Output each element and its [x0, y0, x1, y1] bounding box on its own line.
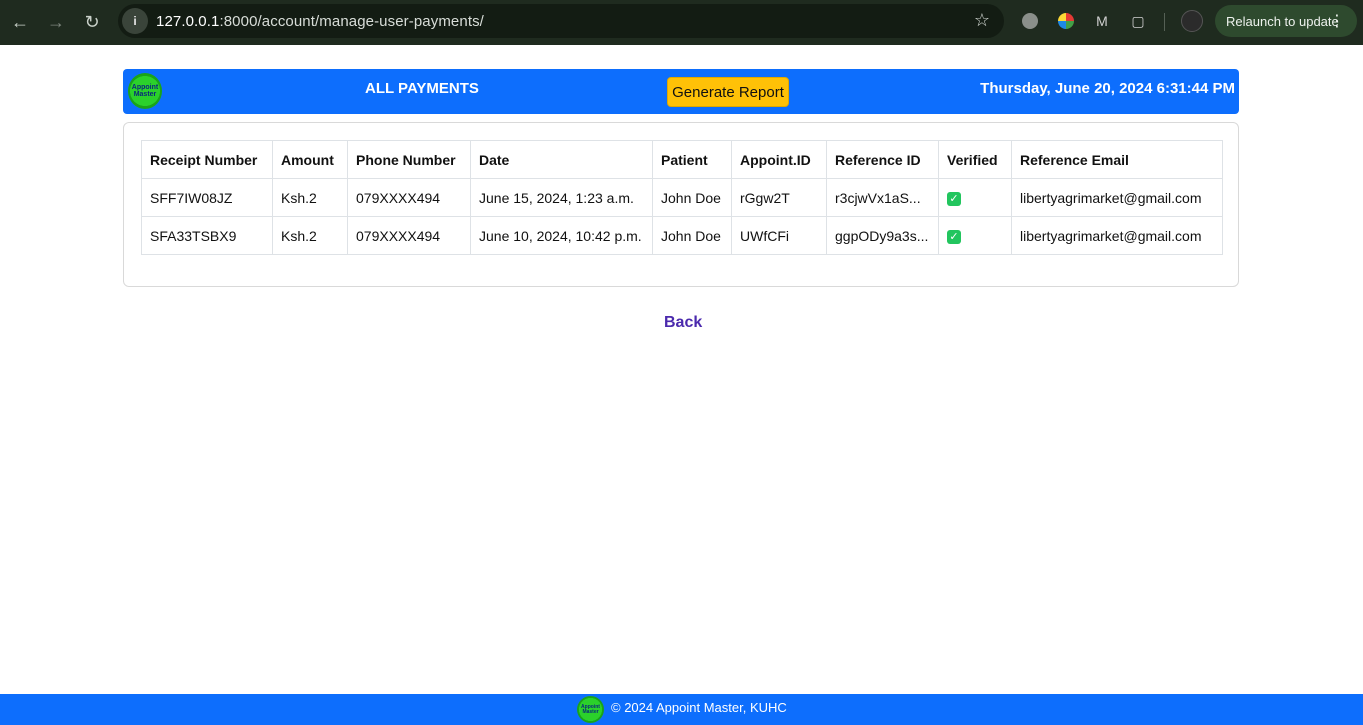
generate-report-button[interactable]: Generate Report: [667, 77, 789, 107]
verified-check-icon: ✓: [947, 230, 961, 244]
column-header: Amount: [272, 140, 348, 179]
malwarebytes-icon[interactable]: M: [1091, 10, 1113, 32]
forward-arrow-icon[interactable]: →: [38, 5, 74, 41]
verified-cell: ✓: [938, 178, 1012, 217]
column-header: Patient: [652, 140, 732, 179]
page-header: Appoint Master ALL PAYMENTS Generate Rep…: [123, 69, 1239, 114]
appoint-id-cell: rGgw2T: [731, 178, 827, 217]
browser-toolbar: ← → ↻ i 127.0.0.1:8000/account/manage-us…: [0, 0, 1363, 45]
phone-cell: 079XXXX494: [347, 178, 471, 217]
payments-table: Receipt Number Amount Phone Number Date …: [141, 140, 1223, 255]
column-header: Phone Number: [347, 140, 471, 179]
page-footer: Appoint Master © 2024 Appoint Master, KU…: [0, 694, 1363, 725]
column-header: Verified: [938, 140, 1012, 179]
column-header: Reference Email: [1011, 140, 1223, 179]
verified-cell: ✓: [938, 216, 1012, 255]
verified-check-icon: ✓: [947, 192, 961, 206]
current-datetime: Thursday, June 20, 2024 6:31:44 PM: [980, 80, 1235, 97]
kebab-menu-icon[interactable]: ⋮: [1329, 11, 1345, 31]
app-logo: Appoint Master: [128, 73, 162, 109]
site-info-icon[interactable]: i: [122, 8, 148, 34]
column-header: Date: [470, 140, 653, 179]
payments-card: Receipt Number Amount Phone Number Date …: [123, 122, 1239, 287]
table-row: SFF7IW08JZ Ksh.2 079XXXX494 June 15, 202…: [141, 178, 1223, 217]
appoint-id-cell: UWfCFi: [731, 216, 827, 255]
page-title: ALL PAYMENTS: [365, 80, 479, 97]
receipt-cell: SFA33TSBX9: [141, 216, 273, 255]
bookmark-star-icon[interactable]: ☆: [974, 10, 990, 31]
toolbar-divider: [1164, 13, 1165, 31]
date-cell: June 10, 2024, 10:42 p.m.: [470, 216, 653, 255]
patient-cell: John Doe: [652, 216, 732, 255]
footer-logo: Appoint Master: [577, 696, 604, 723]
extension-icon[interactable]: [1019, 10, 1041, 32]
phone-cell: 079XXXX494: [347, 216, 471, 255]
date-cell: June 15, 2024, 1:23 a.m.: [470, 178, 653, 217]
table-header-row: Receipt Number Amount Phone Number Date …: [141, 140, 1223, 179]
extensions-puzzle-icon[interactable]: ▢: [1127, 10, 1149, 32]
footer-copyright: © 2024 Appoint Master, KUHC: [611, 700, 787, 715]
url-text[interactable]: 127.0.0.1:8000/account/manage-user-payme…: [156, 13, 484, 30]
back-link[interactable]: Back: [664, 314, 702, 332]
reference-id-cell: r3cjwVx1aS...: [826, 178, 939, 217]
profile-avatar[interactable]: [1181, 10, 1203, 32]
email-cell: libertyagrimarket@gmail.com: [1011, 216, 1223, 255]
column-header: Receipt Number: [141, 140, 273, 179]
column-header: Appoint.ID: [731, 140, 827, 179]
back-arrow-icon[interactable]: ←: [2, 5, 38, 41]
reload-icon[interactable]: ↻: [74, 5, 110, 41]
extension-colorful-icon[interactable]: [1055, 10, 1077, 32]
relaunch-button[interactable]: Relaunch to update ⋮: [1215, 5, 1357, 37]
email-cell: libertyagrimarket@gmail.com: [1011, 178, 1223, 217]
address-bar[interactable]: i 127.0.0.1:8000/account/manage-user-pay…: [118, 4, 1004, 38]
reference-id-cell: ggpODy9a3s...: [826, 216, 939, 255]
receipt-cell: SFF7IW08JZ: [141, 178, 273, 217]
amount-cell: Ksh.2: [272, 216, 348, 255]
column-header: Reference ID: [826, 140, 939, 179]
patient-cell: John Doe: [652, 178, 732, 217]
amount-cell: Ksh.2: [272, 178, 348, 217]
table-row: SFA33TSBX9 Ksh.2 079XXXX494 June 10, 202…: [141, 216, 1223, 255]
